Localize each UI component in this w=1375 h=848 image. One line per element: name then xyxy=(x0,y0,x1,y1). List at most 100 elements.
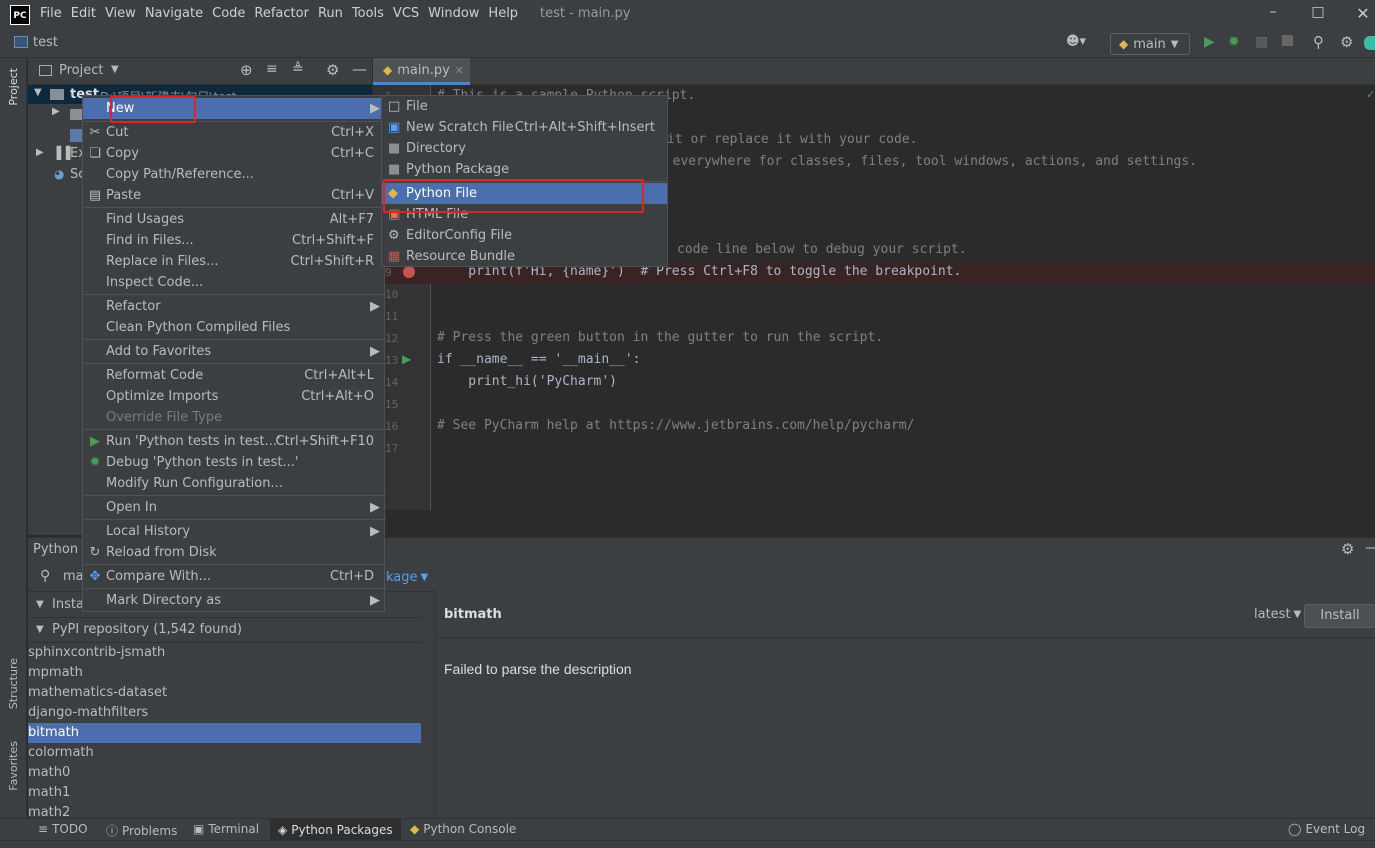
menu-item-debug[interactable]: ✹ Debug 'Python tests in test...' xyxy=(83,452,386,473)
menu-view[interactable]: View xyxy=(105,6,136,21)
menu-item-add-to-favorites[interactable]: Add to Favorites ▶ xyxy=(83,341,386,362)
menu-item-modify-run-config[interactable]: Modify Run Configuration... xyxy=(83,473,386,494)
menu-item-reformat[interactable]: Reformat Code Ctrl+Alt+L xyxy=(83,365,386,386)
minimize-icon[interactable]: – xyxy=(1258,4,1288,20)
user-icon[interactable]: ☻▾ xyxy=(1066,34,1086,49)
menu-refactor[interactable]: Refactor xyxy=(254,6,309,21)
event-log-button[interactable]: ◯ Event Log xyxy=(1288,822,1365,836)
chevron-right-icon[interactable]: ▶ xyxy=(36,147,44,158)
menu-item-refactor[interactable]: Refactor ▶ xyxy=(83,296,386,317)
menu-file[interactable]: File xyxy=(40,6,62,21)
chevron-down-icon[interactable]: ▼ xyxy=(36,624,44,635)
tab-problems[interactable]: ⓘ Problems xyxy=(106,822,177,839)
breadcrumb[interactable]: test xyxy=(33,35,58,50)
version-select[interactable]: latest ▼ xyxy=(1254,607,1301,622)
menu-item-run[interactable]: ▶ Run 'Python tests in test...' Ctrl+Shift… xyxy=(83,431,386,452)
menu-item-replace-in-files[interactable]: Replace in Files... Ctrl+Shift+R xyxy=(83,251,386,272)
structure-stripe-button[interactable]: Structure xyxy=(7,658,20,709)
menu-edit[interactable]: Edit xyxy=(71,6,96,21)
locate-icon[interactable]: ⊕ xyxy=(240,61,253,79)
install-button[interactable]: Install xyxy=(1304,604,1375,628)
submenu-item-file[interactable]: □ File xyxy=(382,96,667,117)
menu-item-compare-with[interactable]: ✥ Compare With... Ctrl+D xyxy=(83,566,386,587)
menu-run[interactable]: Run xyxy=(318,6,343,21)
menu-vcs[interactable]: VCS xyxy=(393,6,419,21)
highlight-box-new xyxy=(110,96,196,123)
menu-item-paste[interactable]: ▤ Paste Ctrl+V xyxy=(83,185,386,206)
list-item[interactable]: mpmath xyxy=(28,663,421,683)
list-item[interactable]: colormath xyxy=(28,743,421,763)
chevron-right-icon[interactable]: ▶ xyxy=(52,106,60,117)
maximize-icon[interactable]: □ xyxy=(1303,4,1333,20)
menu-item-override-file-type[interactable]: Override File Type xyxy=(83,407,386,428)
menu-item-clean[interactable]: Clean Python Compiled Files xyxy=(83,317,386,338)
menu-tools[interactable]: Tools xyxy=(352,6,384,21)
hide-icon[interactable]: — xyxy=(1365,538,1375,556)
menu-item-optimize-imports[interactable]: Optimize Imports Ctrl+Alt+O xyxy=(83,386,386,407)
divider xyxy=(28,617,423,618)
menu-item-local-history[interactable]: Local History ▶ xyxy=(83,521,386,542)
list-item[interactable]: sphinxcontrib-jsmath xyxy=(28,643,421,663)
list-item[interactable]: django-mathfilters xyxy=(28,703,421,723)
collapse-all-icon[interactable]: ≜ xyxy=(292,61,304,77)
repo-group-label[interactable]: PyPI repository (1,542 found) xyxy=(52,622,242,637)
tab-python-packages[interactable]: ◈ Python Packages xyxy=(270,819,401,840)
tab-todo[interactable]: ≡ TODO xyxy=(38,822,88,836)
menu-label: Replace in Files... xyxy=(106,254,219,269)
list-item[interactable]: mathematics-dataset xyxy=(28,683,421,703)
chevron-down-icon[interactable]: ▼ xyxy=(34,87,42,98)
status-bar xyxy=(0,840,1375,848)
line-number: 11 xyxy=(385,310,399,323)
project-stripe-button[interactable]: Project xyxy=(7,68,20,106)
debug-icon[interactable]: ✹ xyxy=(1228,34,1240,50)
menu-item-find-in-files[interactable]: Find in Files... Ctrl+Shift+F xyxy=(83,230,386,251)
gear-icon[interactable]: ⚙ xyxy=(1340,33,1353,51)
gear-icon[interactable]: ⚙ xyxy=(326,61,339,79)
coverage-icon[interactable]: ▩ xyxy=(1255,34,1268,50)
menu-item-open-in[interactable]: Open In ▶ xyxy=(83,497,386,518)
menu-item-cut[interactable]: ✂ Cut Ctrl+X xyxy=(83,122,386,143)
list-item[interactable]: math0 xyxy=(28,763,421,783)
submenu-item-editorconfig[interactable]: ⚙ EditorConfig File xyxy=(382,225,667,246)
menu-item-copy[interactable]: ❏ Copy Ctrl+C xyxy=(83,143,386,164)
search-input[interactable]: ma xyxy=(63,569,84,584)
add-package-link[interactable]: kage ▼ xyxy=(386,570,428,585)
list-item[interactable]: math1 xyxy=(28,783,421,803)
installed-group-label[interactable]: Insta xyxy=(52,597,84,612)
stop-icon[interactable] xyxy=(1282,35,1293,46)
submenu-item-scratch-file[interactable]: ▣ New Scratch File Ctrl+Alt+Shift+Insert xyxy=(382,117,667,138)
run-config-select[interactable]: ◆ main ▼ xyxy=(1110,33,1190,55)
gear-icon[interactable]: ⚙ xyxy=(1341,540,1354,558)
menu-item-find-usages[interactable]: Find Usages Alt+F7 xyxy=(83,209,386,230)
ide-update-icon[interactable] xyxy=(1364,36,1375,50)
menu-item-reload[interactable]: ↻ Reload from Disk xyxy=(83,542,386,563)
hide-icon[interactable]: — xyxy=(352,60,367,78)
breakpoint-icon[interactable] xyxy=(403,266,415,278)
list-item-selected[interactable]: bitmath xyxy=(28,723,421,743)
submenu-item-directory[interactable]: ■ Directory xyxy=(382,138,667,159)
search-icon[interactable]: ⚲ xyxy=(1313,33,1324,51)
menu-help[interactable]: Help xyxy=(488,6,518,21)
scissors-icon: ✂ xyxy=(89,125,101,140)
menu-item-mark-directory[interactable]: Mark Directory as ▶ xyxy=(83,590,386,611)
menu-item-copy-path[interactable]: Copy Path/Reference... xyxy=(83,164,386,185)
run-gutter-icon[interactable]: ▶ xyxy=(402,352,411,366)
favorites-stripe-button[interactable]: Favorites xyxy=(7,741,20,791)
menu-code[interactable]: Code xyxy=(212,6,245,21)
project-panel-title[interactable]: Project xyxy=(59,63,103,78)
run-icon[interactable]: ▶ xyxy=(1204,34,1215,50)
tab-main-py[interactable]: ◆ main.py ✕ xyxy=(373,58,470,85)
close-tab-icon[interactable]: ✕ xyxy=(455,64,464,77)
menu-navigate[interactable]: Navigate xyxy=(145,6,203,21)
submenu-item-python-package[interactable]: ■ Python Package xyxy=(382,159,667,180)
package-description: Failed to parse the description xyxy=(444,661,632,677)
menu-window[interactable]: Window xyxy=(428,6,479,21)
tab-terminal[interactable]: ▣ Terminal xyxy=(193,822,259,836)
expand-all-icon[interactable]: ≡ xyxy=(266,61,278,77)
close-icon[interactable]: ✕ xyxy=(1348,4,1375,23)
menu-item-inspect-code[interactable]: Inspect Code... xyxy=(83,272,386,293)
chevron-down-icon[interactable]: ▼ xyxy=(111,64,119,75)
tab-python-console[interactable]: ◆ Python Console xyxy=(410,822,516,836)
chevron-down-icon[interactable]: ▼ xyxy=(36,599,44,610)
submenu-item-resource-bundle[interactable]: ▦ Resource Bundle xyxy=(382,246,667,267)
